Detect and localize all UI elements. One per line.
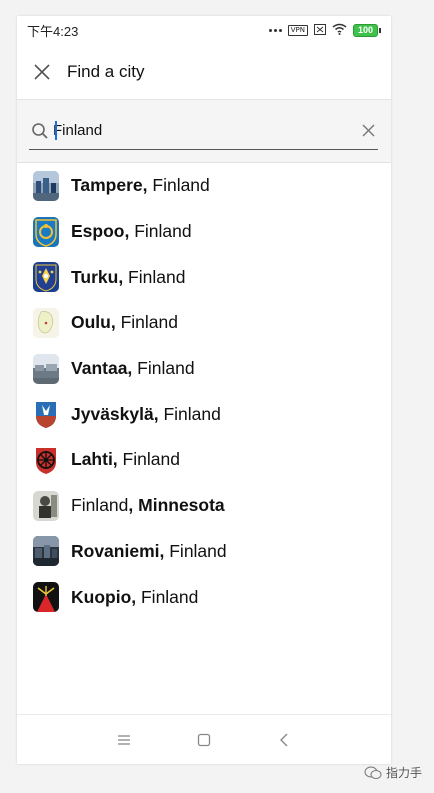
city-label: Turku, Finland <box>71 266 186 287</box>
search-box[interactable] <box>29 112 378 150</box>
jyvaskyla-coat-of-arms-icon <box>33 399 59 430</box>
text-cursor <box>55 121 57 140</box>
city-item-tampere[interactable]: Tampere, Finland <box>17 163 391 209</box>
back-button[interactable] <box>274 730 294 750</box>
kuopio-coat-of-arms-icon <box>33 582 59 613</box>
city-label: Kuopio, Finland <box>71 586 199 607</box>
menu-icon <box>118 734 130 745</box>
vantaa-thumbnail-icon <box>33 353 59 384</box>
city-label: Jyväskylä, Finland <box>71 403 221 424</box>
minnesota-thumbnail-icon <box>33 490 59 521</box>
city-item-espoo[interactable]: Espoo, Finland <box>17 209 391 255</box>
city-item-jyvaskyla[interactable]: Jyväskylä, Finland <box>17 391 391 437</box>
home-button[interactable] <box>194 730 214 750</box>
wechat-icon <box>364 766 382 779</box>
city-results-list: Tampere, Finland Espoo, Finland Turku, F… <box>17 163 391 620</box>
watermark-text: 指力手 <box>385 766 422 780</box>
city-item-vantaa[interactable]: Vantaa, Finland <box>17 346 391 392</box>
status-time: 下午4:23 <box>27 23 79 39</box>
back-icon <box>280 733 288 746</box>
search-input[interactable] <box>53 122 323 139</box>
city-label: Espoo, Finland <box>71 221 192 242</box>
close-icon <box>34 63 50 80</box>
search-area <box>17 100 391 163</box>
city-label: Rovaniemi, Finland <box>71 540 227 561</box>
app-header: Find a city <box>17 44 391 100</box>
espoo-coat-of-arms-icon <box>33 216 59 247</box>
rovaniemi-thumbnail-icon <box>33 536 59 567</box>
search-icon <box>29 120 51 142</box>
home-icon <box>197 733 211 746</box>
turku-coat-of-arms-icon <box>33 262 59 293</box>
city-label: Tampere, Finland <box>71 175 210 196</box>
vpn-icon: VPN <box>287 24 308 36</box>
status-bar: 下午4:23 VPN 100 <box>17 16 391 44</box>
phone-screen: 下午4:23 VPN 100 Find a city Finland Tampe… <box>17 16 391 764</box>
city-item-finland-minnesota[interactable]: Finland, Minnesota <box>17 483 391 529</box>
close-button[interactable] <box>17 44 67 99</box>
tampere-thumbnail-icon <box>33 170 59 201</box>
clear-icon <box>362 124 374 136</box>
lahti-coat-of-arms-icon <box>33 444 59 475</box>
city-label: Lahti, Finland <box>71 449 180 470</box>
city-item-lahti[interactable]: Lahti, Finland <box>17 437 391 483</box>
city-item-turku[interactable]: Turku, Finland <box>17 254 391 300</box>
menu-button[interactable] <box>114 730 134 750</box>
clear-search-button[interactable] <box>358 120 378 140</box>
wifi-icon <box>332 23 347 38</box>
watermark: 指力手 <box>364 764 422 781</box>
system-nav-bar <box>17 714 391 764</box>
city-label: Oulu, Finland <box>71 312 178 333</box>
status-icons: VPN 100 <box>268 23 381 38</box>
sim-icon <box>313 23 326 38</box>
battery-icon: 100 <box>352 23 381 37</box>
oulu-map-thumbnail-icon <box>33 307 59 338</box>
more-dots-icon <box>268 28 282 32</box>
battery-level: 100 <box>352 23 378 37</box>
city-item-oulu[interactable]: Oulu, Finland <box>17 300 391 346</box>
city-item-rovaniemi[interactable]: Rovaniemi, Finland <box>17 529 391 575</box>
city-label: Vantaa, Finland <box>71 358 195 379</box>
city-label: Finland, Minnesota <box>71 495 225 516</box>
city-item-kuopio[interactable]: Kuopio, Finland <box>17 574 391 620</box>
page-title: Find a city <box>67 61 145 81</box>
